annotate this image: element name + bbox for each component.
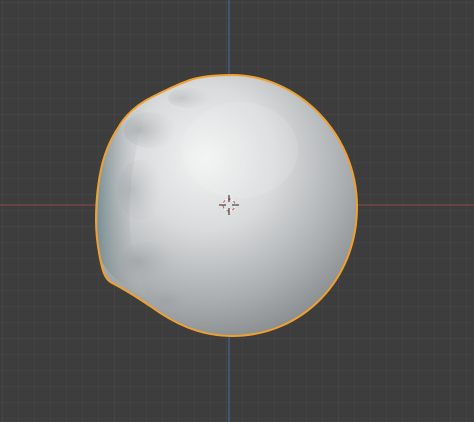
sculpt-dent-1 [124, 112, 176, 148]
sculpt-dent-2 [118, 160, 162, 220]
3d-viewport[interactable] [0, 0, 474, 422]
viewport-canvas[interactable] [0, 0, 474, 422]
sphere-highlight [182, 102, 298, 198]
sculpt-dent-4 [168, 88, 212, 108]
sculpt-dent-3 [120, 242, 180, 282]
sculpt-dent-5 [153, 288, 197, 312]
sculpted-sphere[interactable] [94, 73, 359, 338]
